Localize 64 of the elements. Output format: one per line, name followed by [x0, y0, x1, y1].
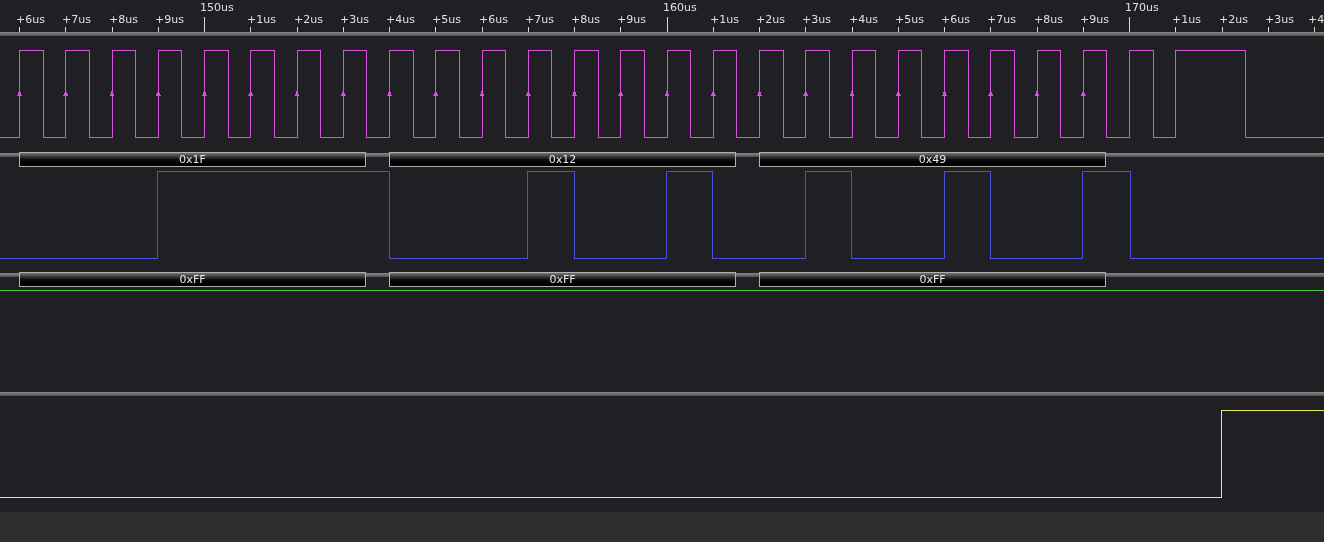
time-label: +5us: [432, 13, 461, 26]
tick-mark: [528, 27, 529, 32]
decoded-byte: 0x1F: [19, 152, 366, 167]
tick-mark: [1314, 27, 1315, 32]
time-label: +9us: [155, 13, 184, 26]
tick-mark: [389, 27, 390, 32]
time-label: +4us: [386, 13, 415, 26]
time-label: +1us: [247, 13, 276, 26]
time-label: +3us: [1265, 13, 1294, 26]
decoded-byte: 0xFF: [19, 272, 366, 287]
tick-mark: [713, 27, 714, 32]
tick-mark: [297, 27, 298, 32]
time-label: +4: [1308, 13, 1324, 26]
time-label: +6us: [16, 13, 45, 26]
tick-mark: [1175, 27, 1176, 32]
time-label: +8us: [571, 13, 600, 26]
tick-mark: [944, 27, 945, 32]
time-label: +9us: [1080, 13, 1109, 26]
time-label: +2us: [1219, 13, 1248, 26]
time-label: +9us: [617, 13, 646, 26]
time-label: +5us: [895, 13, 924, 26]
tick-mark: [158, 27, 159, 32]
tick-mark: [574, 27, 575, 32]
tick-mark: [1037, 27, 1038, 32]
decoded-byte: 0x12: [389, 152, 736, 167]
tick-mark: [65, 27, 66, 32]
tick-mark: [1129, 17, 1130, 32]
time-label: +7us: [62, 13, 91, 26]
tick-mark: [759, 27, 760, 32]
time-label: +1us: [1172, 13, 1201, 26]
time-label: +8us: [109, 13, 138, 26]
time-label: +7us: [525, 13, 554, 26]
tick-mark: [620, 27, 621, 32]
tick-mark: [112, 27, 113, 32]
time-label: +1us: [710, 13, 739, 26]
tick-mark: [990, 27, 991, 32]
tick-mark: [805, 27, 806, 32]
tick-mark: [435, 27, 436, 32]
time-label: 170us: [1125, 1, 1159, 14]
time-label: +4us: [849, 13, 878, 26]
time-label: +3us: [802, 13, 831, 26]
time-label: 160us: [663, 1, 697, 14]
tick-mark: [667, 17, 668, 32]
tick-mark: [343, 27, 344, 32]
time-label: +2us: [756, 13, 785, 26]
time-label: +6us: [479, 13, 508, 26]
time-label: 150us: [200, 1, 234, 14]
time-label: +3us: [340, 13, 369, 26]
tick-mark: [1222, 27, 1223, 32]
tick-mark: [204, 17, 205, 32]
time-label: +6us: [941, 13, 970, 26]
time-label: +8us: [1034, 13, 1063, 26]
decoded-byte: 0xFF: [389, 272, 736, 287]
tick-mark: [1268, 27, 1269, 32]
tick-mark: [19, 27, 20, 32]
time-label: +2us: [294, 13, 323, 26]
tick-mark: [482, 27, 483, 32]
tick-mark: [250, 27, 251, 32]
time-label: +7us: [987, 13, 1016, 26]
tick-mark: [852, 27, 853, 32]
tick-mark: [1083, 27, 1084, 32]
decoded-byte: 0x49: [759, 152, 1106, 167]
decoded-byte: 0xFF: [759, 272, 1106, 287]
tick-mark: [898, 27, 899, 32]
